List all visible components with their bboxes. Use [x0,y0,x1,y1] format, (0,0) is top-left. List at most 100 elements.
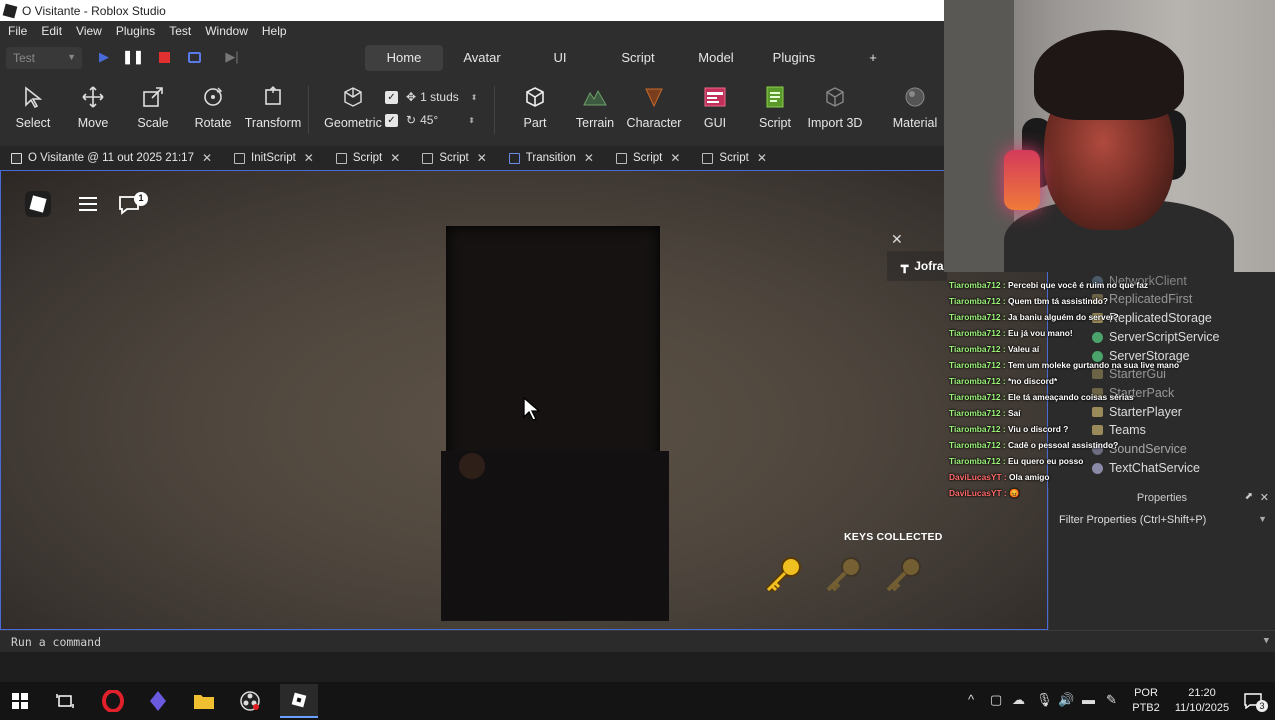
tab-model[interactable]: Model [677,45,755,71]
doc-tab-script[interactable]: Script ✕ [702,151,767,165]
door-knob[interactable] [459,453,485,479]
menu-window[interactable]: Window [205,24,248,38]
tab-avatar[interactable]: Avatar [443,45,521,71]
filter-properties-input[interactable]: Filter Properties (Ctrl+Shift+P) ▼ [1053,510,1271,530]
input-language-indicator[interactable]: POR PTB2 [1130,686,1162,716]
chat-icon[interactable]: 1 [117,191,153,217]
hamburger-menu-icon[interactable] [77,195,99,213]
cloud-icon[interactable]: ☁ [1012,692,1025,708]
doc-tab-place[interactable]: O Visitante @ 11 out 2025 21:17 ✕ [11,151,212,165]
close-icon[interactable]: ✕ [891,231,903,248]
menu-help[interactable]: Help [262,24,287,38]
material-sphere-icon [902,84,928,110]
close-icon[interactable]: ✕ [757,151,767,165]
rotate-snap-setting[interactable]: ✓ ↻ 45° ⬍ [385,113,475,127]
task-view-icon[interactable] [50,686,80,716]
notifications-icon[interactable]: 3 [1238,686,1268,716]
checkbox-checked-icon[interactable]: ✓ [385,90,398,104]
game-viewport[interactable]: 1 ✕ ┳ Jofra KEYS COLLECTED [0,170,1048,630]
play-icon[interactable]: ▶ [95,48,113,66]
chevron-up-icon[interactable]: ^ [968,692,974,707]
popout-icon[interactable]: ⬈ [1245,491,1253,502]
opera-browser-icon[interactable] [98,686,128,716]
material-button[interactable]: Material [884,80,946,140]
doc-tab-transition[interactable]: Transition ✕ [508,151,594,165]
menu-plugins[interactable]: Plugins [116,24,155,38]
system-clock[interactable]: 21:20 11/10/2025 [1172,686,1232,716]
menu-edit[interactable]: Edit [41,24,62,38]
chevron-down-icon[interactable]: ▼ [1264,636,1269,646]
ribbon-divider [494,86,495,134]
roblox-studio-taskbar-icon[interactable] [280,684,318,718]
ribbon: Select Move Scale Rotate Transform Geome… [0,74,944,146]
command-input-placeholder: Run a command [11,635,102,649]
terrain-button[interactable]: Terrain [565,80,625,140]
scale-tool-button[interactable]: Scale [123,80,183,140]
rotate-tool-button[interactable]: Rotate [183,80,243,140]
menu-test[interactable]: Test [169,24,191,38]
transform-tool-button[interactable]: Transform [243,80,303,140]
doc-tab-script[interactable]: Script ✕ [422,151,487,165]
microphone-icon[interactable]: 🎙 [1036,692,1053,708]
chat-badge: 1 [138,193,144,203]
close-icon[interactable]: ✕ [670,151,680,165]
properties-header: Properties ⬈ ✕ [1049,488,1275,508]
step-icon[interactable]: ▶| [223,48,241,66]
script-icon [702,152,714,164]
tab-ui[interactable]: UI [521,45,599,71]
chat-line: Tiaromba712 : Ele tá ameaçando coisas sé… [949,392,1134,402]
stop-icon[interactable] [155,48,173,66]
stepper-icon[interactable]: ⬍ [471,93,478,102]
gui-button[interactable]: GUI [685,80,745,140]
chat-line: Tiaromba712 : Viu o discord ? [949,424,1069,434]
chat-line: DaviLucasYT : Ola amigo [949,472,1050,482]
geometric-button[interactable]: Geometric [322,80,384,140]
tab-add[interactable]: + [833,45,913,71]
checkbox-checked-icon[interactable]: ✓ [385,113,398,127]
doc-tab-script[interactable]: Script ✕ [335,151,400,165]
select-tool-button[interactable]: Select [3,80,63,140]
chat-line: Tiaromba712 : Cadê o pessoal assistindo? [949,440,1119,450]
script-button[interactable]: Script [745,80,805,140]
pause-icon[interactable]: ❚❚ [122,48,144,66]
move-tool-button[interactable]: Move [63,80,123,140]
close-icon[interactable]: ✕ [390,151,400,165]
tab-script[interactable]: Script [599,45,677,71]
close-icon[interactable]: ✕ [202,151,212,165]
chat-line: Tiaromba712 : Valeu aí [949,344,1040,354]
close-icon[interactable]: ✕ [584,151,594,165]
import-3d-button[interactable]: Import 3D [803,80,867,140]
tab-home[interactable]: Home [365,45,443,71]
menu-file[interactable]: File [8,24,27,38]
obs-icon[interactable] [235,686,265,716]
test-mode-select[interactable]: Test ▼ [6,47,82,69]
notification-count: 3 [1256,700,1268,712]
command-bar[interactable]: Run a command ▼ [0,630,1275,652]
script-doc-icon [762,84,788,110]
roblox-menu-icon[interactable] [25,191,51,217]
windows-start-icon[interactable] [5,686,35,716]
client-server-icon[interactable] [185,48,203,66]
clock-date: 11/10/2025 [1174,702,1230,714]
menu-view[interactable]: View [76,24,102,38]
part-button[interactable]: Part [505,80,565,140]
close-icon[interactable]: ✕ [1260,491,1269,504]
file-explorer-icon[interactable] [189,686,219,716]
chat-line: Tiaromba712 : Percebi que você é ruim no… [949,280,1149,290]
terrain-label: Terrain [575,116,615,130]
doc-tab-script[interactable]: Script ✕ [615,151,680,165]
app-crystal-icon[interactable] [143,686,173,716]
streamer-hair [1034,30,1184,120]
move-snap-setting[interactable]: ✓ ✥ 1 studs ⬍ [385,90,477,104]
tab-plugins[interactable]: Plugins [755,45,833,71]
tray-app-icon[interactable]: ▢ [990,692,1002,708]
doc-tab-initscript[interactable]: InitScript ✕ [234,151,314,165]
chevron-down-icon[interactable]: ▼ [1258,514,1267,524]
volume-icon[interactable]: 🔊 [1058,692,1074,708]
pen-icon[interactable]: ✎ [1106,692,1117,708]
network-icon[interactable]: ▬ [1082,692,1095,707]
stepper-icon[interactable]: ⬍ [468,116,475,125]
close-icon[interactable]: ✕ [477,151,487,165]
close-icon[interactable]: ✕ [304,151,314,165]
character-button[interactable]: Character [622,80,686,140]
